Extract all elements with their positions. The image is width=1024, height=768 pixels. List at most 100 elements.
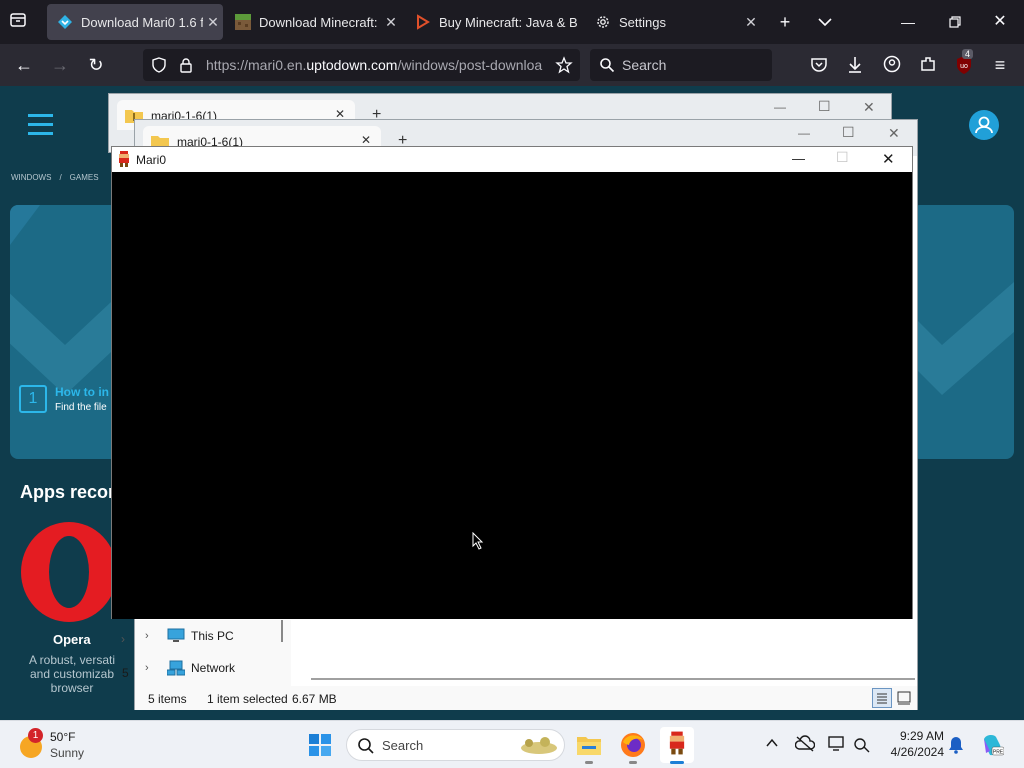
menu-icon[interactable]: ≡ bbox=[988, 53, 1012, 77]
show-hidden-icons-icon[interactable] bbox=[764, 735, 780, 751]
app-description-line: browser bbox=[50, 681, 94, 695]
search-highlight-icon bbox=[521, 737, 557, 754]
close-tab-icon[interactable]: ✕ bbox=[203, 14, 223, 31]
nav-item-network[interactable]: › Network bbox=[145, 657, 285, 679]
game-canvas[interactable] bbox=[112, 172, 912, 619]
running-indicator bbox=[585, 761, 593, 764]
taskbar-search-label: Search bbox=[382, 738, 424, 753]
search-input[interactable]: Search bbox=[590, 49, 772, 81]
app-description-line: A robust, versati bbox=[28, 653, 116, 667]
left-pane-chevron-icon[interactable]: › bbox=[121, 632, 125, 646]
minimize-icon[interactable]: — bbox=[792, 151, 805, 166]
step-number-badge: 1 bbox=[19, 385, 47, 413]
tab-title: Download Mari0 1.6 fo bbox=[81, 14, 203, 30]
display-icon[interactable] bbox=[828, 735, 846, 753]
svg-text:uo: uo bbox=[960, 63, 968, 70]
mari0-game-window: Mari0 — ☐ ✕ bbox=[111, 146, 913, 619]
close-icon[interactable]: ✕ bbox=[882, 150, 895, 168]
bookmark-star-icon[interactable] bbox=[555, 56, 573, 74]
clock-time: 9:29 AM bbox=[899, 729, 944, 743]
running-indicator bbox=[629, 761, 637, 764]
tab-title: Settings bbox=[619, 14, 666, 30]
app-description-line: and customizab bbox=[29, 667, 115, 681]
step-title: How to in bbox=[55, 385, 109, 399]
breadcrumb-separator: / bbox=[59, 173, 62, 182]
firefox-taskbar-icon[interactable] bbox=[620, 732, 646, 758]
close-tab-icon[interactable]: ✕ bbox=[381, 14, 401, 31]
tab-mari0-download[interactable]: Download Mari0 1.6 fo ✕ bbox=[47, 4, 223, 40]
minimize-icon[interactable]: — bbox=[774, 100, 786, 114]
copilot-icon[interactable]: PRE bbox=[980, 733, 1004, 757]
forward-icon[interactable]: → bbox=[48, 53, 72, 77]
close-tab-icon[interactable]: ✕ bbox=[361, 133, 371, 147]
account-icon[interactable] bbox=[883, 55, 901, 73]
maximize-icon[interactable]: ☐ bbox=[842, 124, 855, 141]
file-explorer-taskbar-icon[interactable] bbox=[576, 732, 602, 758]
tab-buy-minecraft[interactable]: Buy Minecraft: Java & B bbox=[405, 4, 581, 40]
taskbar-search[interactable]: Search bbox=[346, 729, 565, 761]
user-avatar-icon[interactable] bbox=[969, 110, 999, 140]
active-app-indicator bbox=[670, 761, 684, 764]
url-bar[interactable]: https://mari0.en.uptodown.com/windows/po… bbox=[143, 49, 580, 81]
minimize-icon[interactable]: — bbox=[798, 126, 810, 140]
restore-browser-icon[interactable] bbox=[943, 10, 967, 34]
maximize-icon[interactable]: ☐ bbox=[818, 98, 831, 115]
breadcrumb-games[interactable]: GAMES bbox=[70, 173, 99, 182]
extensions-icon[interactable] bbox=[919, 55, 937, 73]
chevron-right-icon[interactable]: › bbox=[145, 662, 159, 674]
clock[interactable]: 9:29 AM 4/26/2024 bbox=[880, 728, 944, 760]
url-text[interactable]: https://mari0.en.uptodown.com/windows/po… bbox=[206, 57, 551, 73]
tab-list-icon[interactable] bbox=[8, 10, 32, 34]
minimize-browser-icon[interactable]: — bbox=[896, 10, 920, 34]
back-icon[interactable]: ← bbox=[12, 53, 36, 77]
minecraft-favicon-icon bbox=[235, 14, 251, 30]
close-icon[interactable]: ✕ bbox=[863, 99, 875, 116]
network-icon bbox=[167, 660, 185, 676]
opera-logo-icon[interactable] bbox=[19, 522, 119, 622]
store-favicon-icon bbox=[417, 14, 430, 30]
status-item-count: 5 items bbox=[148, 692, 187, 706]
notification-bell-icon[interactable] bbox=[948, 736, 964, 754]
app-name-opera[interactable]: Opera bbox=[53, 632, 91, 647]
status-size: 6.67 MB bbox=[292, 692, 337, 706]
app-description: A robust, versati and customizab browser bbox=[22, 653, 122, 695]
weather-widget[interactable]: 1 50°F Sunny bbox=[18, 728, 108, 762]
pc-icon bbox=[167, 628, 185, 642]
tab-settings[interactable]: Settings ✕ bbox=[585, 4, 761, 40]
mouse-cursor-icon bbox=[472, 532, 484, 550]
nav-pane-scrollbar[interactable] bbox=[281, 620, 283, 642]
new-tab-icon[interactable]: + bbox=[773, 10, 797, 34]
details-view-icon[interactable] bbox=[872, 688, 892, 708]
reload-icon[interactable]: ↻ bbox=[84, 53, 108, 77]
chevron-right-icon[interactable]: › bbox=[145, 630, 159, 642]
close-tab-icon[interactable]: ✕ bbox=[741, 14, 761, 31]
breadcrumb-windows[interactable]: WINDOWS bbox=[11, 173, 51, 182]
status-selected: 1 item selected bbox=[207, 692, 288, 706]
game-window-title: Mari0 bbox=[136, 153, 167, 167]
maximize-icon[interactable]: ☐ bbox=[836, 149, 849, 166]
hamburger-menu-icon[interactable] bbox=[28, 114, 53, 136]
step-description: Find the file bbox=[55, 402, 107, 413]
left-pane-count: 5 bbox=[122, 666, 129, 680]
start-button[interactable] bbox=[308, 733, 332, 757]
weather-desc: Sunny bbox=[50, 746, 85, 760]
svg-text:PRE: PRE bbox=[993, 750, 1004, 756]
tiles-view-icon[interactable] bbox=[895, 689, 913, 707]
mari0-app-icon bbox=[119, 151, 129, 167]
tab-title: Download Minecraft: Ja bbox=[259, 14, 381, 30]
network-disconnected-icon[interactable] bbox=[853, 735, 871, 753]
downloads-icon[interactable] bbox=[846, 55, 864, 75]
close-icon[interactable]: ✕ bbox=[888, 125, 900, 142]
hero-banner-right bbox=[912, 205, 1014, 459]
close-browser-icon[interactable]: ✕ bbox=[988, 10, 1012, 34]
pocket-icon[interactable] bbox=[810, 56, 828, 74]
horizontal-scrollbar[interactable] bbox=[311, 678, 915, 680]
onedrive-offline-icon[interactable] bbox=[795, 735, 815, 753]
list-all-tabs-icon[interactable] bbox=[813, 10, 837, 34]
search-placeholder: Search bbox=[622, 57, 667, 73]
mari0-taskbar-icon[interactable] bbox=[660, 727, 694, 763]
hero-banner-left bbox=[10, 205, 120, 459]
nav-item-this-pc[interactable]: › This PC bbox=[145, 625, 285, 647]
tab-minecraft-download[interactable]: Download Minecraft: Ja ✕ bbox=[225, 4, 401, 40]
ublock-icon[interactable]: uo 4 bbox=[955, 49, 974, 75]
